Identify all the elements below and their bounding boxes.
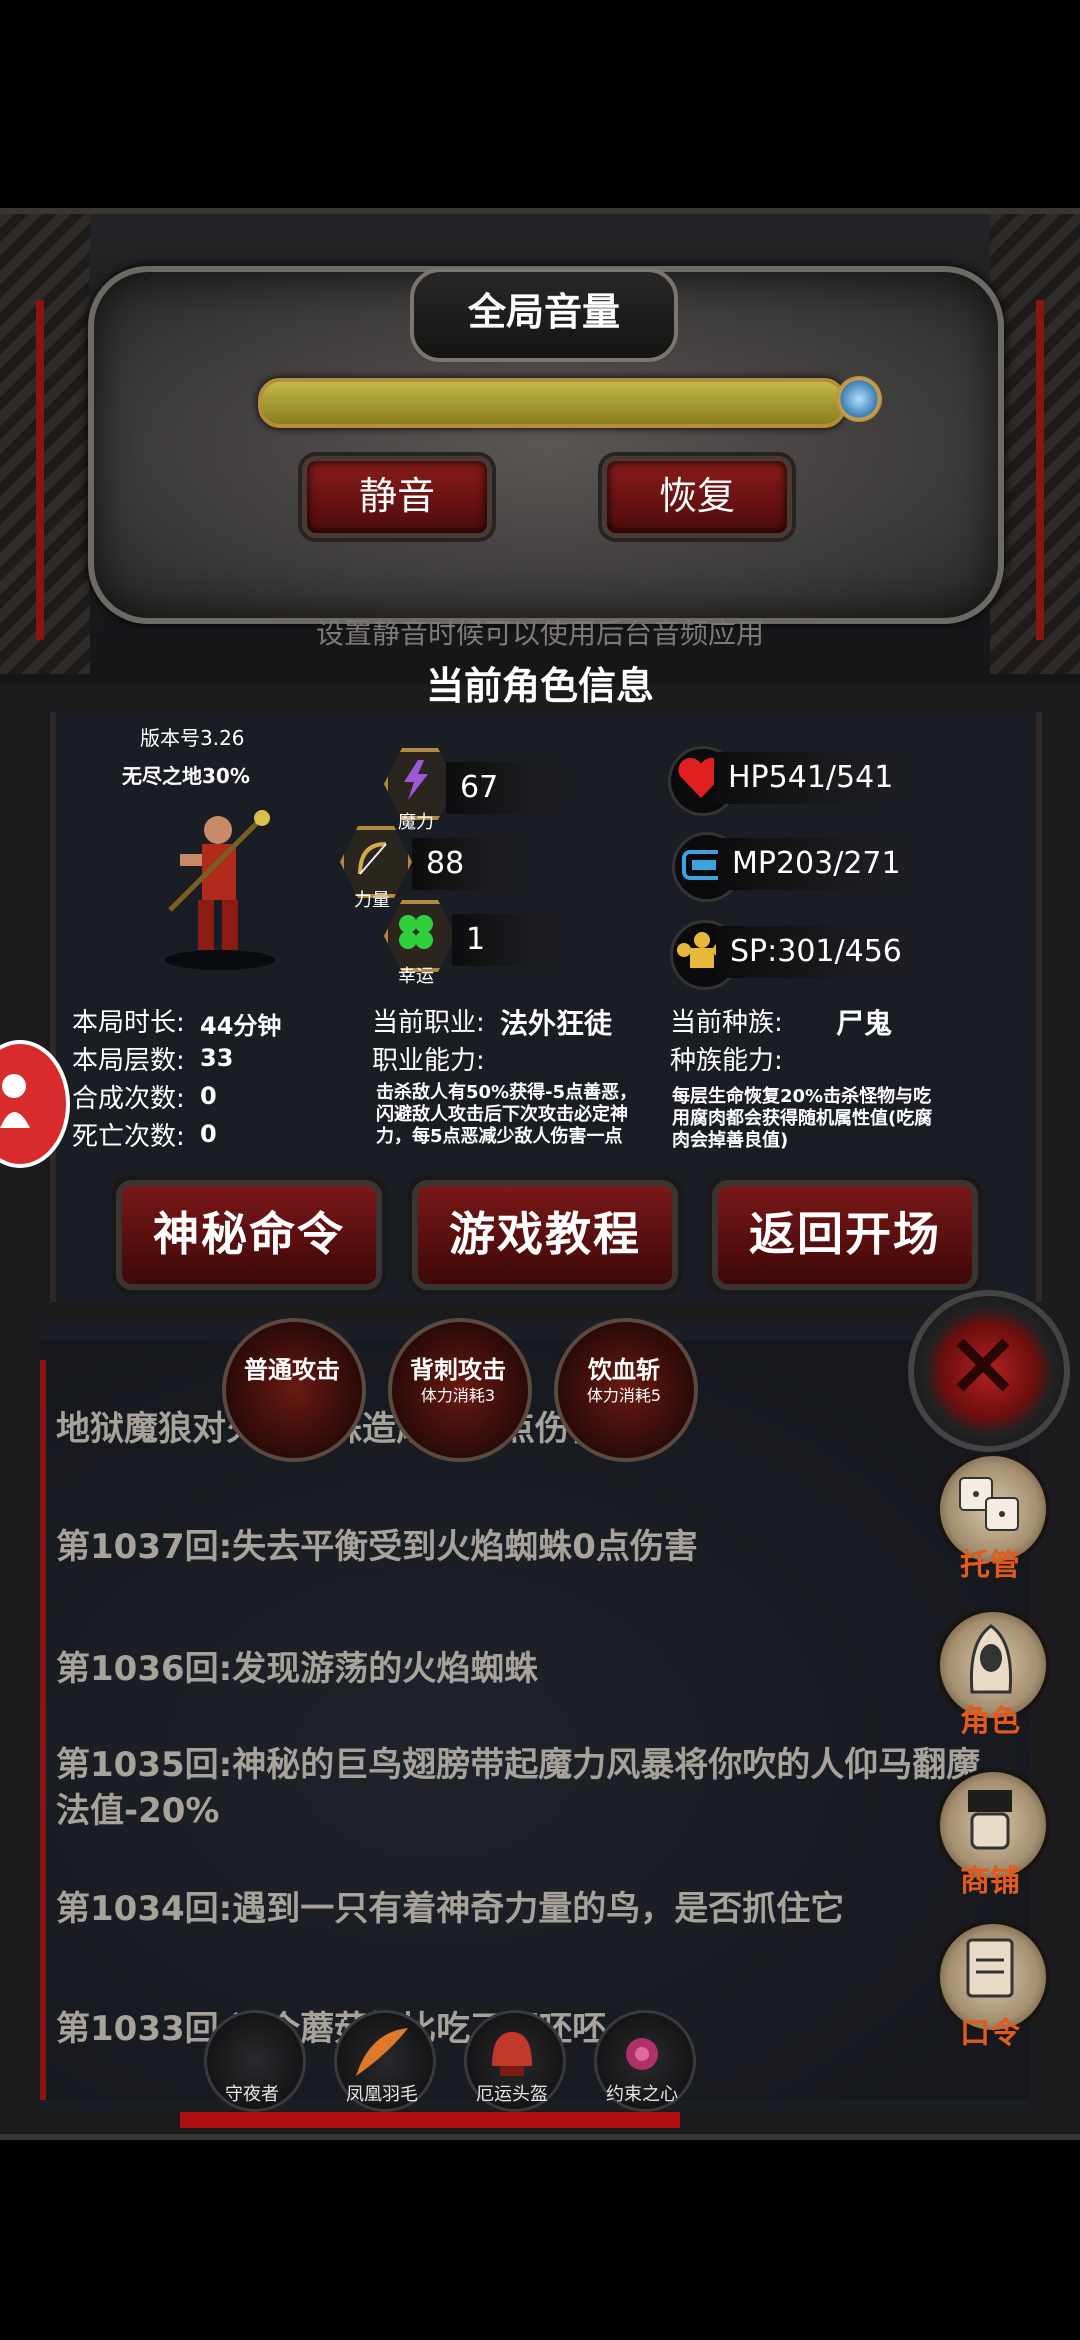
log-line: 地狱魔狼对火焰蜘蛛造成780点伤害: [56, 1406, 1006, 1452]
sp-value: SP:301/456: [716, 926, 930, 978]
race-ability-label: 种族能力:: [670, 1046, 783, 1076]
dice-icon: [959, 1477, 1019, 1531]
strength-value: 88: [412, 838, 536, 890]
red-trim: [40, 1360, 46, 2100]
secret-command-button[interactable]: 神秘命令: [116, 1180, 382, 1290]
skill-cost: 体力消耗5: [586, 1386, 662, 1405]
class-label: 当前职业:: [372, 1008, 485, 1038]
class-ability-desc: 击杀敌人有50%获得-5点善恶，闪避敌人攻击后下次攻击必定神力，每5点恶减少敌人…: [376, 1082, 638, 1147]
character-section-title: 当前角色信息: [425, 664, 654, 708]
person-icon: [0, 1074, 30, 1128]
duration-value: 44分钟: [200, 1012, 282, 1040]
floors-label: 本局层数:: [72, 1046, 185, 1076]
floors-value: 33: [200, 1044, 234, 1072]
character-label: 角色: [960, 1704, 1020, 1739]
class-value: 法外狂徒: [500, 1007, 613, 1040]
log-line: 第1034回:遇到一只有着神奇力量的鸟，是否抓住它: [56, 1889, 845, 1929]
skill-name: 普通攻击: [244, 1356, 340, 1384]
race-label: 当前种族:: [670, 1008, 783, 1038]
location-label: 无尽之地30%: [122, 764, 250, 788]
volume-title: 全局音量: [410, 268, 678, 362]
skill-cost: 体力消耗3: [420, 1386, 496, 1405]
item-label: 凤凰羽毛: [346, 2084, 418, 2105]
clover-icon: [399, 915, 433, 949]
duration-label: 本局时长:: [72, 1008, 185, 1038]
race-value: 尸鬼: [836, 1007, 893, 1040]
log-line: 第1035回:神秘的巨鸟翅膀带起魔力风暴将你吹的人仰马翻魔法值-20%: [56, 1745, 981, 1831]
class-ability-label: 职业能力:: [372, 1046, 485, 1076]
mp-value: MP203/271: [718, 838, 932, 890]
race-ability-desc: 每层生命恢复20%击杀怪物与吃用腐肉都会获得随机属性值(吃腐肉会掉善良值): [672, 1086, 933, 1151]
back-to-start-button[interactable]: 返回开场: [712, 1180, 978, 1290]
mute-button[interactable]: 静音: [302, 456, 492, 538]
skill-normal-attack[interactable]: [222, 1318, 366, 1462]
lightning-icon: [404, 760, 428, 800]
battle-log[interactable]: [40, 1340, 1030, 2100]
character-sprite: [165, 810, 275, 970]
feather-icon: [356, 2028, 408, 2076]
luck-label: 幸运: [398, 966, 434, 987]
shop-label: 商铺: [960, 1864, 1020, 1899]
heart-flower-icon: [626, 2038, 658, 2070]
tutorial-button[interactable]: 游戏教程: [412, 1180, 678, 1290]
ornament-left: [0, 214, 90, 674]
deaths-label: 死亡次数:: [72, 1122, 185, 1152]
password-label: 口令: [960, 2016, 1020, 2051]
hp-value: HP541/541: [714, 752, 928, 804]
book-icon: [966, 1938, 1014, 1998]
red-trim: [1036, 300, 1044, 640]
skill-name: 背刺攻击: [410, 1356, 506, 1384]
log-line: 第1037回:失去平衡受到火焰蜘蛛0点伤害: [56, 1527, 698, 1567]
version-label: 版本号3.26: [140, 726, 245, 750]
skill-name: 饮血斩: [588, 1356, 660, 1384]
restore-button[interactable]: 恢复: [602, 456, 792, 538]
close-icon: [956, 1338, 1010, 1392]
strength-label: 力量: [354, 890, 390, 911]
log-line: 第1036回:发现游荡的火焰蜘蛛: [56, 1649, 539, 1689]
magic-value: 67: [446, 762, 580, 814]
volume-hint: 设置静音时候可以使用后台音频应用: [315, 617, 764, 650]
bow-icon: [358, 842, 387, 875]
synth-label: 合成次数:: [72, 1084, 185, 1114]
luck-value: 1: [452, 914, 576, 966]
volume-slider[interactable]: [258, 378, 846, 428]
red-trim-bottom: [180, 2112, 680, 2128]
shop-icon: [968, 1790, 1012, 1850]
volume-slider-knob[interactable]: [836, 376, 882, 422]
red-trim: [36, 300, 44, 640]
item-label: 守夜者: [225, 2084, 279, 2105]
item-label: 约束之心: [606, 2084, 678, 2105]
item-label: 厄运头盔: [476, 2084, 548, 2105]
synth-value: 0: [200, 1082, 217, 1110]
auto-play-label: 托管: [960, 1548, 1020, 1583]
deaths-value: 0: [200, 1120, 217, 1148]
helmet-icon: [492, 2032, 532, 2076]
hood-icon: [969, 1624, 1013, 1694]
